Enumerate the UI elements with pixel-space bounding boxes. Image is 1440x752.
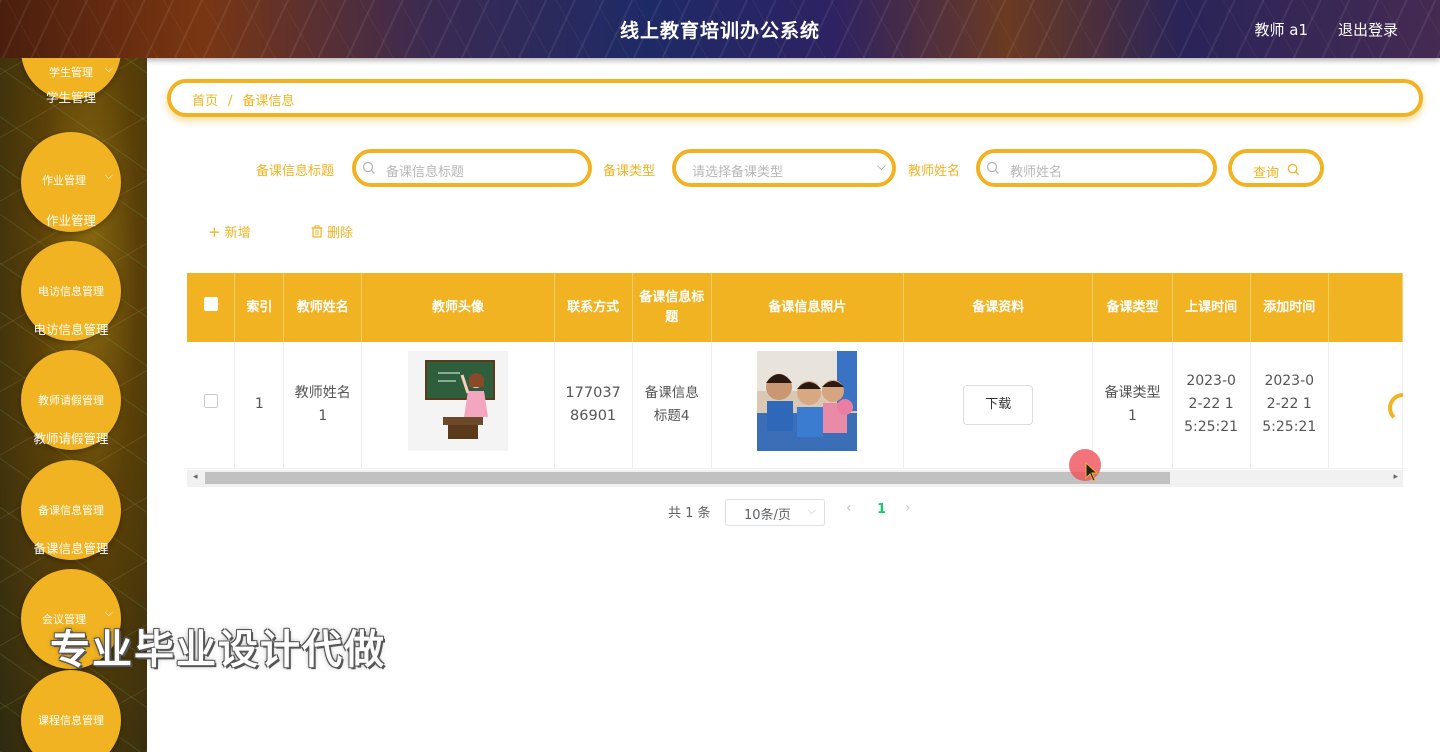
teacher-search-label: 教师姓名 [908,164,961,179]
column-header: 备课类型 [1092,273,1173,342]
cell-teacher-avatar [361,342,555,469]
column-header: 索引 [234,273,285,342]
sidebar-item-label: 课程信息管理 [38,714,104,727]
watermark-text: 专业毕业设计代做 [50,627,386,673]
delete-button-label: 删除 [327,226,354,241]
horizontal-scrollbar[interactable]: ◂ ▸ [187,470,1403,487]
column-header: 备课信息标题 [632,273,712,342]
sidebar-item-label: 电访信息管理 [38,285,104,298]
column-header: 添加时间 [1250,273,1329,342]
sidebar-item-label: 教师请假管理 [38,394,104,407]
breadcrumb-home[interactable]: 首页 [192,94,218,109]
trash-icon [311,225,323,238]
search-icon [986,161,999,174]
sidebar-subitem[interactable]: 备课信息管理 [11,538,131,557]
sidebar-item-student[interactable]: 学生管理 ⌵ 学生管理 [21,58,121,105]
add-button[interactable]: + 新增 [208,222,251,241]
title-search-placeholder: 备课信息标题 [386,165,465,180]
sidebar-item-lesson-prep[interactable]: 备课信息管理 备课信息管理 [21,460,121,560]
query-button-label: 查询 [1253,166,1280,181]
top-header: 线上教育培训办公系统 教师 a1 退出登录 [0,0,1440,58]
breadcrumb-current: 备课信息 [242,94,295,109]
title-search-input[interactable]: 备课信息标题 [352,149,592,187]
sidebar-item-phone-visit[interactable]: 电访信息管理 电访信息管理 [21,241,121,341]
search-icon [362,161,375,174]
scrollbar-thumb[interactable] [205,472,1170,484]
data-table: 索引 教师姓名 教师头像 联系方式 备课信息标题 备课信息照片 备课资料 备课类… [187,273,1403,487]
cell-type: 备课类型1 [1092,342,1173,469]
current-user: 教师 a1 [1254,21,1308,39]
column-header: 联系方式 [554,273,633,342]
title-search-label: 备课信息标题 [256,164,335,179]
search-icon [1287,163,1300,176]
query-button[interactable]: 查询 [1228,149,1324,187]
chevron-down-icon: ⌵ [104,62,113,75]
mouse-cursor-icon [1085,462,1099,482]
prev-page-icon[interactable]: ‹ [846,500,852,516]
column-header: 备课资料 [903,273,1094,342]
chevron-down-icon: ⌵ [876,159,886,173]
column-header: 教师头像 [361,273,555,342]
column-header: 教师姓名 [283,273,363,342]
sidebar-subitem[interactable]: 电访信息管理 [11,319,131,338]
teacher-search-placeholder: 教师姓名 [1010,165,1063,180]
lesson-photo-image [757,350,858,451]
column-header-extra [1328,273,1403,342]
column-header: 备课信息照片 [711,273,904,342]
type-select[interactable]: 请选择备课类型 ⌵ [672,149,896,187]
app-title: 线上教育培训办公系统 [619,20,820,42]
chevron-down-icon: ⌵ [807,504,816,517]
pagination-total: 共 1 条 [668,506,711,521]
select-all-checkbox[interactable] [187,273,236,342]
delete-button[interactable]: 删除 [311,222,353,241]
type-select-placeholder: 请选择备课类型 [692,165,784,180]
table-row: 1 教师姓名1 17703786901 备课信息标题4 下载 备课类型1 202… [187,342,1403,469]
next-page-icon[interactable]: › [905,500,911,516]
cell-material: 下载 [903,342,1094,469]
sidebar-subitem[interactable]: 教师请假管理 [11,428,131,447]
type-select-label: 备课类型 [603,164,656,179]
cell-title: 备课信息标题4 [632,342,712,469]
cell-add-time: 2023-02-22 15:25:21 [1250,342,1329,469]
download-button[interactable]: 下载 [963,384,1034,425]
page-size-select[interactable]: 10条/页 ⌵ [725,499,825,526]
breadcrumb: 首页 / 备课信息 [167,79,1423,117]
cell-photo [711,342,904,469]
logout-link[interactable]: 退出登录 [1338,19,1398,40]
teacher-search-input[interactable]: 教师姓名 [976,149,1217,187]
teacher-avatar-image [407,350,508,451]
breadcrumb-separator: / [228,94,233,109]
column-header: 上课时间 [1172,273,1251,342]
sidebar-item-label: 备课信息管理 [38,504,104,517]
page-size-value: 10条/页 [744,508,791,523]
sidebar-item-teacher-leave[interactable]: 教师请假管理 教师请假管理 [21,350,121,450]
scroll-right-icon[interactable]: ▸ [1393,472,1398,482]
cell-class-time: 2023-02-22 15:25:21 [1172,342,1251,469]
sidebar-item-homework[interactable]: 作业管理 ⌵ 作业管理 [21,132,121,232]
cell-phone: 17703786901 [554,342,633,469]
cell-index: 1 [234,342,285,469]
sidebar-subitem[interactable]: 作业管理 [11,210,131,229]
chevron-down-icon: ⌵ [104,169,113,182]
row-checkbox[interactable] [187,342,236,469]
sidebar-subitem[interactable]: 学生管理 [11,87,131,106]
add-button-label: 新增 [224,226,251,241]
cell-teacher-name: 教师姓名1 [283,342,363,469]
sidebar-item-course[interactable]: 课程信息管理 [21,670,121,752]
page-number[interactable]: 1 [877,502,886,517]
plus-icon: + [208,223,221,241]
scroll-left-icon[interactable]: ◂ [193,472,198,482]
